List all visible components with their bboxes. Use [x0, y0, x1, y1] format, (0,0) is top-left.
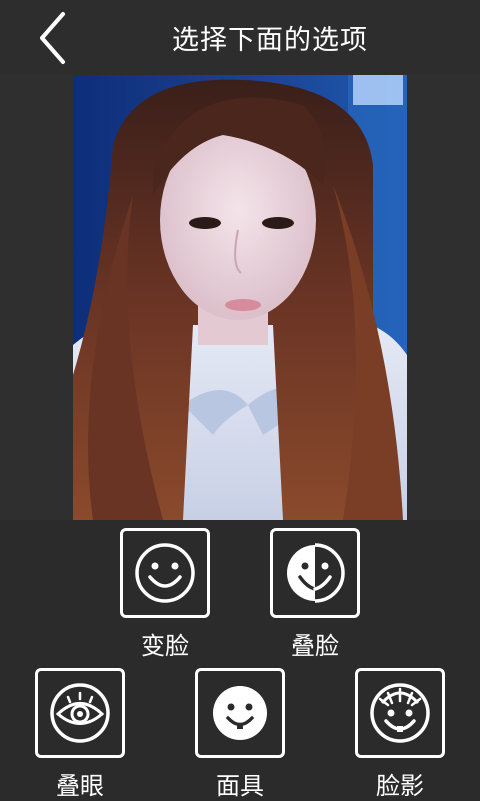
portrait-photo	[73, 75, 407, 520]
option-face-overlay-button[interactable]	[270, 528, 360, 618]
options-panel: 变脸 叠脸 叠眼 面具 脸影	[0, 520, 480, 800]
mask-face-icon	[213, 686, 267, 740]
smiley-face-icon	[135, 543, 195, 603]
option-face-swap[interactable]: 变脸	[120, 528, 210, 661]
option-face-swap-button[interactable]	[120, 528, 210, 618]
option-label: 变脸	[141, 632, 189, 660]
option-eye-overlay-button[interactable]	[35, 668, 125, 758]
option-mask[interactable]: 面具	[195, 668, 285, 801]
top-bar: 选择下面的选项	[0, 0, 480, 75]
photo-area	[0, 75, 480, 520]
option-eye-overlay[interactable]: 叠眼	[35, 668, 125, 801]
option-face-overlay[interactable]: 叠脸	[270, 528, 360, 661]
eye-icon	[50, 683, 110, 743]
option-label: 叠脸	[291, 632, 339, 660]
option-label: 叠眼	[56, 772, 104, 800]
option-label: 面具	[216, 772, 264, 800]
half-face-icon	[287, 543, 345, 603]
sunburst-face-icon	[370, 683, 430, 743]
option-mask-button[interactable]	[195, 668, 285, 758]
option-face-shadow-button[interactable]	[355, 668, 445, 758]
option-face-shadow[interactable]: 脸影	[355, 668, 445, 801]
option-label: 脸影	[376, 772, 424, 800]
page-title: 选择下面的选项	[172, 25, 368, 56]
